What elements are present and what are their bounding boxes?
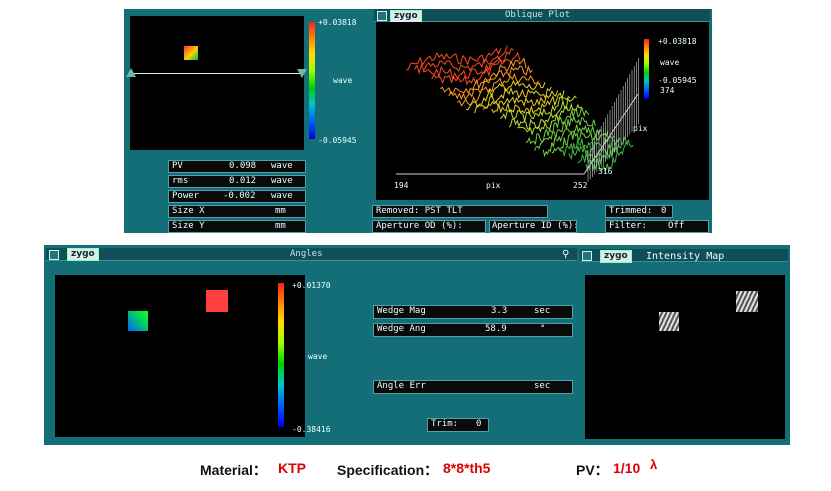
caption-material-value: KTP bbox=[278, 460, 306, 476]
trim-label: Trim: bbox=[431, 419, 459, 429]
surface-spot bbox=[184, 46, 198, 60]
angles-colorbar bbox=[278, 283, 284, 427]
stat-unit: wave bbox=[271, 191, 293, 201]
zygo-logo: zygo bbox=[600, 250, 632, 263]
profile-line bbox=[130, 73, 304, 74]
intensity-title: Intensity Map bbox=[646, 251, 725, 262]
top-colorbar bbox=[309, 22, 315, 139]
stat-value: 0.098 bbox=[229, 161, 257, 171]
oblique-title: Oblique Plot bbox=[505, 10, 571, 20]
intensity-map-view[interactable] bbox=[585, 275, 785, 439]
stat-label: Size X bbox=[172, 206, 205, 216]
caption-pv-value: 1/10 bbox=[613, 460, 641, 476]
wedge-mag-field: Wedge Mag 3.3 sec bbox=[373, 305, 573, 319]
stat-size-y: Size Y mm bbox=[168, 220, 306, 233]
zygo-logo: zygo bbox=[67, 248, 99, 261]
aperture-od-label: Aperture OD (%): bbox=[376, 221, 463, 231]
trim-value: 0 bbox=[476, 419, 482, 429]
intensity-spot bbox=[736, 291, 758, 312]
surface-map-view[interactable] bbox=[130, 16, 304, 150]
stat-label: Power bbox=[172, 191, 200, 201]
oblique-axis-x-min: 194 bbox=[394, 181, 409, 190]
oblique-legend-min: -0.05945 bbox=[658, 76, 697, 85]
stat-power: Power -0.002 wave bbox=[168, 190, 306, 203]
angles-title: Angles bbox=[290, 249, 323, 259]
oblique-legend-max: +0.03818 bbox=[658, 37, 697, 46]
oblique-legend-bar bbox=[644, 39, 649, 99]
oblique-axis-x-unit: pix bbox=[486, 181, 501, 190]
close-icon[interactable] bbox=[377, 11, 387, 21]
filter-label: Filter: bbox=[609, 221, 647, 231]
profile-left-handle[interactable] bbox=[126, 68, 136, 77]
oblique-axis-y-max: 374 bbox=[660, 86, 675, 95]
stat-rms: rms 0.012 wave bbox=[168, 175, 306, 188]
wedge-mag-label: Wedge Mag bbox=[377, 306, 426, 316]
angles-colorbar-unit: wave bbox=[308, 352, 328, 361]
angles-colorbar-min: -0.38416 bbox=[292, 425, 331, 434]
stat-label: PV bbox=[172, 161, 183, 171]
stat-unit: mm bbox=[275, 206, 286, 216]
angle-spot-green bbox=[128, 311, 148, 331]
filter-value: Off bbox=[668, 221, 685, 231]
caption-spec-label: Specification： bbox=[337, 462, 439, 478]
stat-pv: PV 0.098 wave bbox=[168, 160, 306, 173]
oblique-axis-x-max: 252 bbox=[573, 181, 588, 190]
angle-err-label: Angle Err bbox=[377, 381, 426, 391]
oblique-surface bbox=[396, 45, 639, 182]
stat-unit: mm bbox=[275, 221, 286, 231]
profile-right-handle[interactable] bbox=[297, 69, 307, 78]
close-icon[interactable] bbox=[49, 250, 59, 260]
trim-field[interactable]: Trim: 0 bbox=[427, 418, 489, 432]
angles-map-view[interactable] bbox=[55, 275, 305, 437]
filter-field: Filter: Off bbox=[605, 220, 709, 233]
top-colorbar-unit: wave bbox=[333, 76, 353, 85]
wedge-mag-value: 3.3 bbox=[491, 306, 508, 316]
caption-pv-label: PV： bbox=[576, 462, 609, 478]
removed-text: Removed: PST TLT bbox=[376, 206, 463, 216]
removed-field: Removed: PST TLT bbox=[372, 205, 548, 218]
trimmed-value: 0 bbox=[661, 206, 667, 216]
angle-err-unit: sec bbox=[534, 381, 551, 391]
stat-size-x: Size X mm bbox=[168, 205, 306, 218]
wedge-ang-value: 58.9 bbox=[485, 324, 507, 334]
angle-err-field: Angle Err sec bbox=[373, 380, 573, 394]
stat-label: rms bbox=[172, 176, 189, 186]
caption-material-label: Material： bbox=[200, 462, 267, 478]
wedge-mag-unit: sec bbox=[534, 306, 551, 316]
caption-lambda: λ bbox=[650, 457, 658, 472]
stat-unit: wave bbox=[271, 176, 293, 186]
pin-icon[interactable]: ⚲ bbox=[562, 249, 569, 260]
trimmed-label: Trimmed: bbox=[609, 206, 653, 216]
intensity-spot bbox=[659, 312, 679, 331]
oblique-legend-unit: wave bbox=[660, 58, 680, 67]
trimmed-field: Trimmed: 0 bbox=[605, 205, 673, 218]
aperture-od-field: Aperture OD (%): bbox=[372, 220, 486, 233]
aperture-id-field: Aperture ID (%): bbox=[489, 220, 577, 233]
wedge-ang-field: Wedge Ang 58.9 ° bbox=[373, 323, 573, 337]
angles-colorbar-max: +0.01370 bbox=[292, 281, 331, 290]
aperture-id-label: Aperture ID (%): bbox=[492, 221, 577, 231]
top-colorbar-max: +0.03818 bbox=[318, 18, 357, 27]
close-icon[interactable] bbox=[582, 251, 592, 261]
stat-unit: wave bbox=[271, 161, 293, 171]
oblique-axis-y-min: 316 bbox=[598, 167, 613, 176]
stat-label: Size Y bbox=[172, 221, 205, 231]
stat-value: 0.012 bbox=[229, 176, 257, 186]
caption-spec-value: 8*8*th5 bbox=[443, 460, 491, 476]
stat-value: -0.002 bbox=[223, 191, 256, 201]
oblique-axis-y-unit: pix bbox=[633, 124, 648, 133]
wedge-ang-label: Wedge Ang bbox=[377, 324, 426, 334]
angle-spot-red bbox=[206, 290, 228, 312]
oblique-plot-view[interactable] bbox=[376, 22, 709, 200]
wedge-ang-unit: ° bbox=[540, 324, 546, 334]
top-colorbar-min: -0.05945 bbox=[318, 136, 357, 145]
